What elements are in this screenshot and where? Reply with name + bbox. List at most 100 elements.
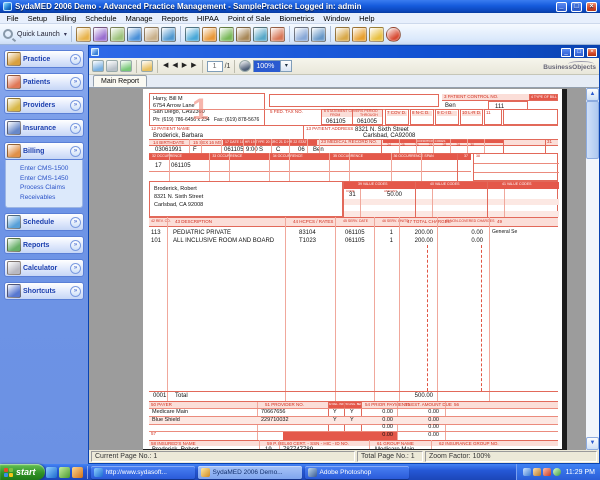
- menu-setup[interactable]: Setup: [23, 13, 52, 24]
- group-tree-icon[interactable]: [141, 60, 153, 72]
- quicklaunch-desktop-icon[interactable]: [59, 467, 70, 478]
- tray-network-icon[interactable]: [523, 468, 531, 476]
- menu-point-of-sale[interactable]: Point of Sale: [223, 13, 275, 24]
- cpt-codes-icon[interactable]: [76, 27, 91, 42]
- quicklaunch-media-icon[interactable]: [72, 467, 83, 478]
- sidebar-item-providers[interactable]: Providers »: [4, 96, 84, 114]
- tray-volume-icon[interactable]: [533, 468, 541, 476]
- appointments-icon[interactable]: [294, 27, 309, 42]
- menu-help[interactable]: Help: [355, 13, 379, 24]
- prev-page-button[interactable]: ◀: [171, 60, 178, 72]
- close-button[interactable]: ×: [586, 2, 597, 12]
- chevron-down-icon[interactable]: »: [70, 123, 81, 134]
- ledger-icon[interactable]: [219, 27, 234, 42]
- task-browser[interactable]: http://www.sydasoft...: [91, 466, 195, 479]
- help-icon[interactable]: [386, 27, 401, 42]
- report-close-button[interactable]: ×: [587, 48, 597, 57]
- zoom-dropdown-icon[interactable]: ▾: [280, 61, 291, 71]
- report-minimize-button[interactable]: _: [561, 48, 571, 57]
- sidebar-item-schedule[interactable]: Schedule »: [4, 213, 84, 231]
- sidebar-item-insurance[interactable]: Insurance »: [4, 119, 84, 137]
- menu-biometrics[interactable]: Biometrics: [275, 13, 319, 24]
- menu-billing[interactable]: Billing: [52, 13, 81, 24]
- windows-flag-icon: [4, 468, 13, 477]
- next-page-button[interactable]: ▶: [181, 60, 188, 72]
- payments-icon[interactable]: [202, 27, 217, 42]
- zoom-combobox[interactable]: 100% ▾: [253, 60, 292, 72]
- scrollbar-thumb[interactable]: [586, 101, 599, 159]
- last-page-button[interactable]: ▶: [190, 60, 197, 72]
- menu-hipaa[interactable]: HIPAA: [192, 13, 223, 24]
- calendar-icon[interactable]: [311, 27, 326, 42]
- sidebar-item-calculator[interactable]: Calculator »: [4, 259, 84, 277]
- tab-main-report[interactable]: Main Report: [93, 75, 147, 87]
- chevron-down-icon[interactable]: »: [70, 286, 81, 297]
- sidebar-link-receivables[interactable]: Receivables: [20, 193, 82, 203]
- type-of-bill-header: 4 TYPE OF BILL: [529, 94, 558, 101]
- documents-icon[interactable]: [236, 27, 251, 42]
- menu-reports[interactable]: Reports: [157, 13, 192, 24]
- sidebar-link-enter-cms-1500[interactable]: Enter CMS-1500: [20, 164, 82, 174]
- chevron-up-icon[interactable]: »: [70, 146, 81, 157]
- icd-codes-icon[interactable]: [93, 27, 108, 42]
- menu-manage[interactable]: Manage: [121, 13, 157, 24]
- report-restore-button[interactable]: □: [574, 48, 584, 57]
- sidebar-link-enter-cms-1450[interactable]: Enter CMS-1450: [20, 174, 82, 184]
- chevron-down-icon[interactable]: »: [70, 263, 81, 274]
- search-binoculars-icon[interactable]: [239, 60, 251, 72]
- refresh-icon[interactable]: [120, 60, 132, 72]
- chevron-down-icon[interactable]: »: [70, 100, 81, 111]
- eligibility-icon[interactable]: [185, 27, 200, 42]
- staff-icon[interactable]: [270, 27, 285, 42]
- tray-status-icon[interactable]: [553, 468, 561, 476]
- zoom-value[interactable]: 100%: [254, 61, 280, 72]
- scroll-up-icon[interactable]: ▲: [586, 88, 599, 101]
- vertical-scrollbar[interactable]: ▲ ▼: [586, 88, 599, 450]
- chevron-down-icon[interactable]: ▾: [64, 31, 67, 38]
- charts-icon[interactable]: [335, 27, 350, 42]
- maximize-button[interactable]: □: [571, 2, 582, 12]
- sidebar-item-patients[interactable]: Patients »: [4, 73, 84, 91]
- quicklaunch-ie-icon[interactable]: [46, 467, 57, 478]
- provider-notes-icon[interactable]: [144, 27, 159, 42]
- patient-control-label: 3 PATIENT CONTROL NO.: [444, 95, 498, 100]
- chevron-down-icon[interactable]: »: [70, 77, 81, 88]
- tray-antivirus-icon[interactable]: [543, 468, 551, 476]
- value-codes-grid: 39 VALUE CODES 40 VALUE CODES 41 VALUE C…: [343, 181, 558, 217]
- sidebar: Practice » Patients » Providers » Insura…: [0, 45, 88, 464]
- start-button[interactable]: start: [0, 464, 45, 480]
- export-icon[interactable]: [92, 60, 104, 72]
- patient-lookup-icon[interactable]: [127, 27, 142, 42]
- quick-launch-label[interactable]: Quick Launch: [15, 31, 62, 38]
- fed-tax-label: 5 FED. TAX NO.: [270, 110, 303, 115]
- chevron-down-icon[interactable]: »: [70, 54, 81, 65]
- lock-icon[interactable]: [369, 27, 384, 42]
- scroll-down-icon[interactable]: ▼: [586, 437, 599, 450]
- sidebar-item-billing[interactable]: Billing »: [4, 142, 84, 160]
- task-sydamed[interactable]: SydaMED 2006 Demo...: [198, 466, 302, 479]
- sidebar-item-reports[interactable]: Reports »: [4, 236, 84, 254]
- minimize-button[interactable]: _: [556, 2, 567, 12]
- sidebar-item-shortcuts[interactable]: Shortcuts »: [4, 282, 84, 300]
- report-window-icon: [91, 48, 99, 56]
- page-number-box[interactable]: 1: [207, 61, 223, 72]
- chevron-down-icon[interactable]: »: [70, 240, 81, 251]
- task-photoshop[interactable]: Adobe Photoshop: [305, 466, 409, 479]
- search-icon[interactable]: [3, 29, 13, 39]
- billing-panel: Enter CMS-1500 Enter CMS-1450 Process Cl…: [5, 160, 83, 208]
- menu-bar: File Setup Billing Schedule Manage Repor…: [0, 13, 600, 24]
- first-page-button[interactable]: ◀: [162, 60, 169, 72]
- menu-schedule[interactable]: Schedule: [81, 13, 121, 24]
- superbill-icon[interactable]: [110, 27, 125, 42]
- print-icon[interactable]: [106, 60, 118, 72]
- monitor-icon[interactable]: [352, 27, 367, 42]
- terminal-icon[interactable]: [253, 27, 268, 42]
- chevron-down-icon[interactable]: »: [70, 217, 81, 228]
- workstation-icon[interactable]: [161, 27, 176, 42]
- menu-window[interactable]: Window: [319, 13, 355, 24]
- box2-empty: [269, 94, 439, 107]
- value-code: 31: [349, 192, 356, 198]
- menu-file[interactable]: File: [2, 13, 23, 24]
- sidebar-link-process-claims[interactable]: Process Claims: [20, 183, 82, 193]
- sidebar-item-practice[interactable]: Practice »: [4, 50, 84, 68]
